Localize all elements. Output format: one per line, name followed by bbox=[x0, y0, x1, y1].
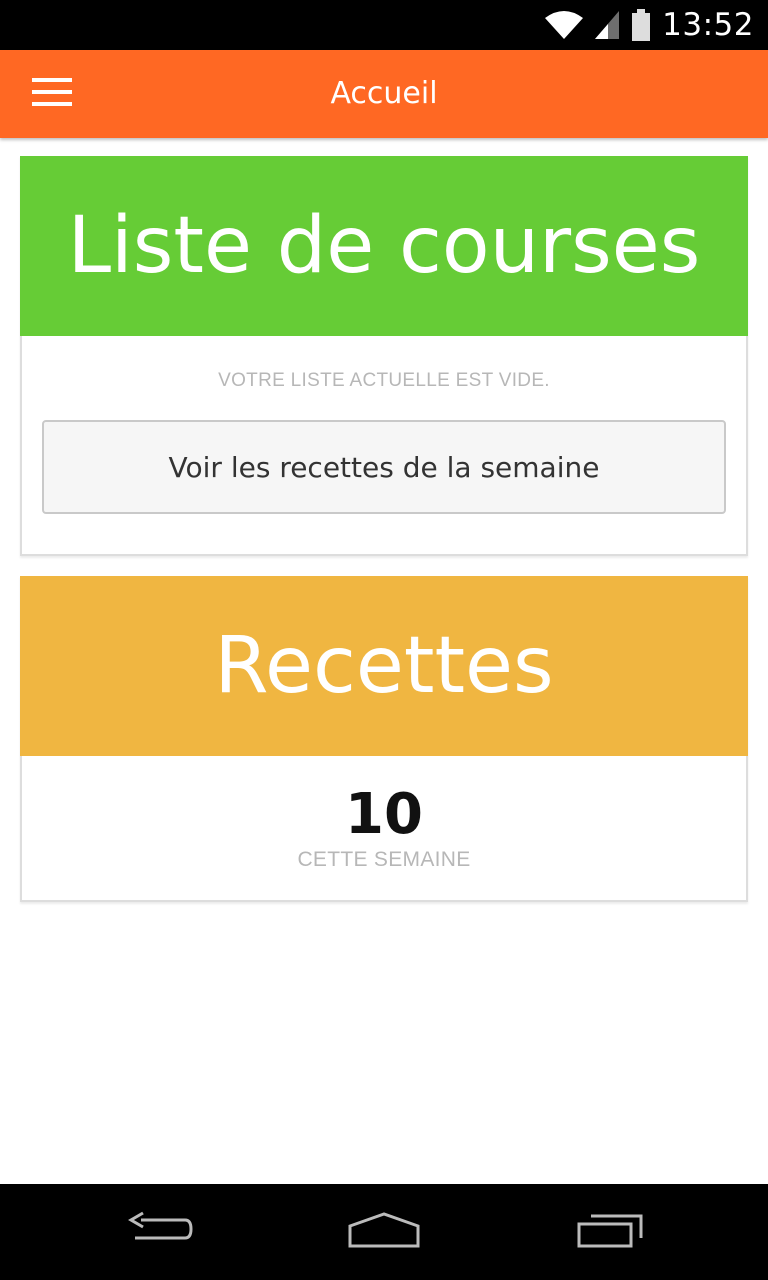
recipe-count-label: CETTE SEMAINE bbox=[297, 848, 471, 871]
recent-apps-icon bbox=[575, 1210, 645, 1255]
status-bar: 13:52 bbox=[0, 0, 768, 50]
navigation-bar bbox=[0, 1184, 768, 1280]
menu-button[interactable] bbox=[20, 68, 84, 120]
shopping-list-header[interactable]: Liste de courses bbox=[20, 156, 748, 336]
recent-apps-button[interactable] bbox=[562, 1202, 658, 1262]
recipes-card[interactable]: Recettes 10 CETTE SEMAINE bbox=[20, 576, 748, 902]
empty-list-message: VOTRE LISTE ACTUELLE EST VIDE. bbox=[218, 370, 550, 391]
recipes-title: Recettes bbox=[214, 621, 554, 711]
back-button[interactable] bbox=[112, 1202, 208, 1262]
page-title: Accueil bbox=[330, 76, 438, 111]
recipes-header[interactable]: Recettes bbox=[20, 576, 748, 756]
battery-icon bbox=[630, 8, 652, 42]
home-icon bbox=[346, 1210, 422, 1255]
menu-icon bbox=[32, 77, 72, 111]
status-time: 13:52 bbox=[662, 7, 754, 43]
shopping-list-card[interactable]: Liste de courses VOTRE LISTE ACTUELLE ES… bbox=[20, 156, 748, 556]
home-button[interactable] bbox=[336, 1202, 432, 1262]
view-weekly-recipes-button[interactable]: Voir les recettes de la semaine bbox=[42, 420, 726, 514]
cell-signal-icon bbox=[594, 10, 620, 40]
status-right: 13:52 bbox=[544, 0, 754, 50]
recipe-count: 10 bbox=[345, 782, 423, 847]
wifi-icon bbox=[544, 10, 584, 40]
shopping-list-title: Liste de courses bbox=[67, 201, 701, 291]
app-bar: Accueil bbox=[0, 50, 768, 138]
back-icon bbox=[125, 1210, 195, 1255]
